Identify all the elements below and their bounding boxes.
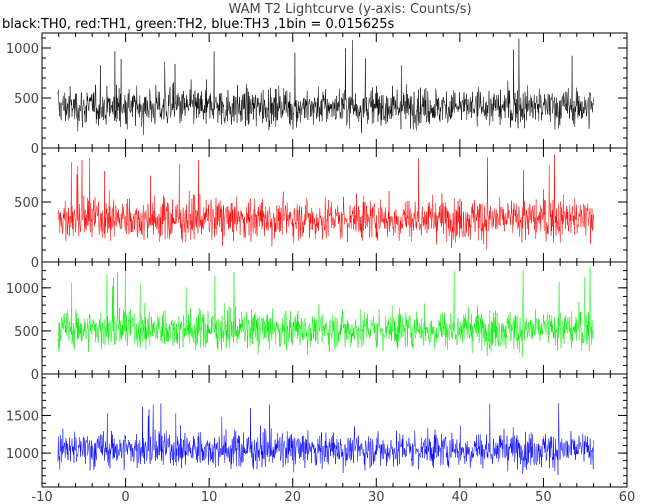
series-th3 xyxy=(57,403,594,476)
panel-frame xyxy=(41,261,628,375)
panels-group: 0 500 1000 0 500 0 500 1000 1000 1500 xyxy=(6,32,628,488)
panel-th2: 0 500 1000 xyxy=(6,261,628,383)
y-tick-label: 1000 xyxy=(6,42,39,57)
y-tick-label: 500 xyxy=(14,325,39,340)
y-tick-label: 0 xyxy=(31,142,39,157)
x-tick-label: 40 xyxy=(452,490,469,504)
series-th1 xyxy=(57,154,594,250)
y-tick-label: 0 xyxy=(31,256,39,271)
y-tick-label: 1500 xyxy=(6,409,39,424)
chart-subtitle: black:TH0, red:TH1, green:TH2, blue:TH3 … xyxy=(2,17,395,32)
panel-th3: 1000 1500 xyxy=(6,373,628,488)
chart-title: WAM T2 Lightcurve (y-axis: Counts/s) xyxy=(228,2,471,17)
y-tick-label: 1000 xyxy=(6,447,39,462)
y-tick-label: 500 xyxy=(14,92,39,107)
x-tick-label: -10 xyxy=(31,490,52,504)
panel-frame xyxy=(41,373,628,488)
x-tick-label: 0 xyxy=(121,490,129,504)
panel-th1: 0 500 xyxy=(14,147,628,271)
x-tick-label: 20 xyxy=(284,490,301,504)
x-tick-label: 60 xyxy=(619,490,636,504)
y-tick-label: 1000 xyxy=(6,282,39,297)
series-th2 xyxy=(57,266,594,358)
x-tick-label: 30 xyxy=(368,490,385,504)
series-th0 xyxy=(57,38,594,135)
panel-th0: 0 500 1000 xyxy=(6,32,628,157)
lightcurve-chart: WAM T2 Lightcurve (y-axis: Counts/s) bla… xyxy=(2,2,636,504)
x-tick-label: 50 xyxy=(535,490,552,504)
y-tick-label: 500 xyxy=(14,196,39,211)
x-tick-label: 10 xyxy=(201,490,218,504)
y-tick-label: 0 xyxy=(31,368,39,383)
